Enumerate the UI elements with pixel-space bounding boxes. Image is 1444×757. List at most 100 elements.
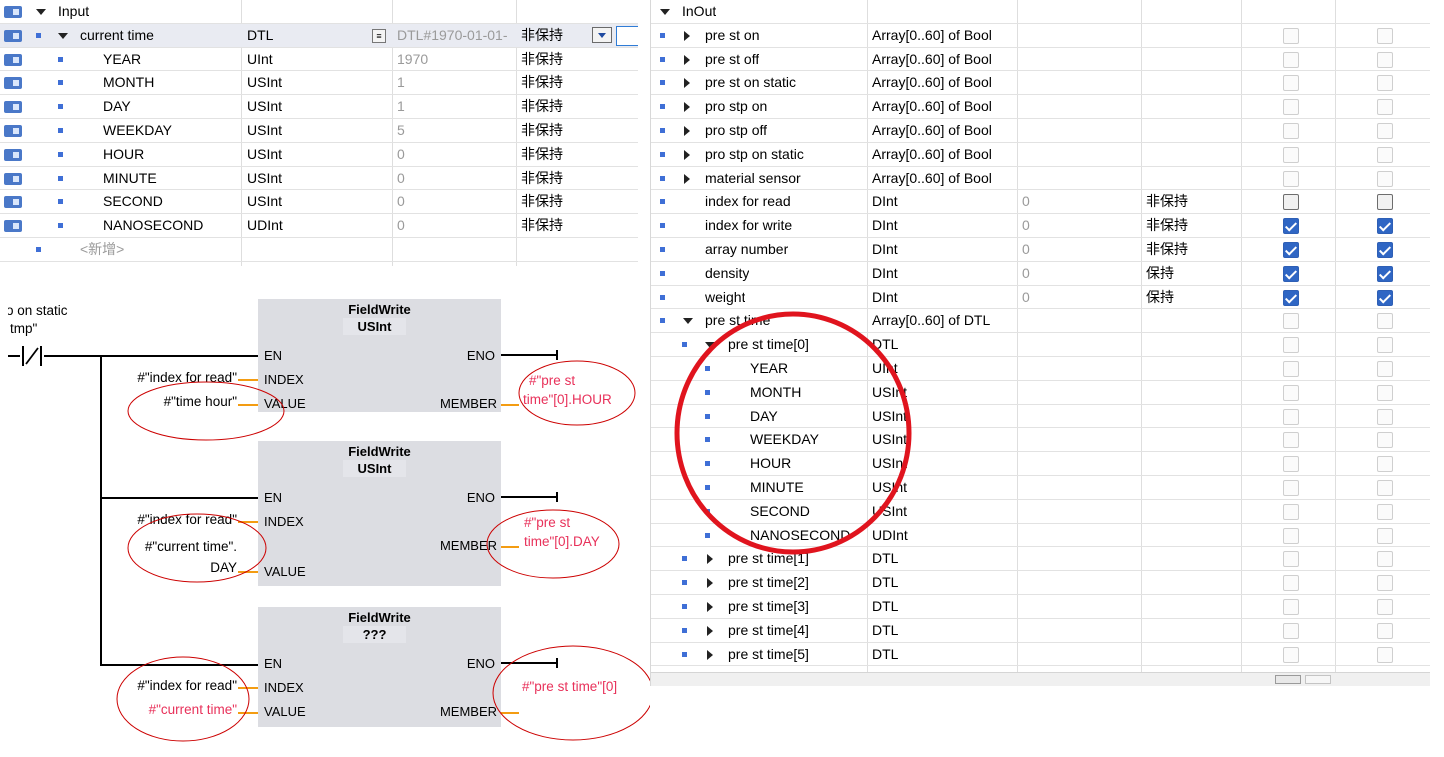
row-default-value[interactable]: 1 — [397, 71, 515, 94]
row-default-value[interactable]: DTL#1970-01-01- — [397, 24, 515, 47]
table-row[interactable]: array number DInt 0 非保持 — [651, 238, 1430, 262]
table-row[interactable]: density DInt 0 保持 — [651, 262, 1430, 286]
row-datatype[interactable]: UDInt — [872, 524, 908, 547]
table-row[interactable]: pre st time[0] DTL — [651, 333, 1430, 357]
expand-arrow-icon[interactable] — [707, 554, 713, 565]
row-retain[interactable]: 保持 — [1146, 262, 1174, 285]
collapse-arrow-icon[interactable] — [660, 9, 670, 15]
row-datatype[interactable]: USInt — [247, 119, 282, 142]
table-row[interactable]: pre st time[4] DTL — [651, 619, 1430, 643]
accessible-from-hmi-checkbox[interactable] — [1283, 265, 1299, 282]
row-retain[interactable]: 非保持 — [521, 190, 563, 213]
row-datatype[interactable]: UInt — [247, 48, 273, 71]
row-default-value[interactable]: 0 — [397, 190, 515, 213]
horizontal-scrollbar[interactable] — [651, 672, 1430, 686]
table-row[interactable]: InOut — [651, 0, 1430, 24]
row-datatype[interactable]: DInt — [872, 286, 898, 309]
row-retain[interactable]: 非保持 — [521, 119, 563, 142]
row-default-value[interactable]: 0 — [397, 214, 515, 237]
row-datatype[interactable]: USInt — [872, 500, 907, 523]
row-datatype[interactable]: USInt — [872, 428, 907, 451]
row-datatype[interactable]: Array[0..60] of Bool — [872, 119, 992, 142]
table-row[interactable]: HOUR USInt 0 非保持 — [0, 143, 638, 167]
row-datatype[interactable]: Array[0..60] of DTL — [872, 309, 990, 332]
row-retain[interactable]: 非保持 — [1146, 214, 1188, 237]
expand-arrow-icon[interactable] — [684, 54, 690, 65]
table-row[interactable]: SECOND USInt — [651, 500, 1430, 524]
row-default-value[interactable]: 0 — [1022, 238, 1030, 261]
table-row[interactable]: YEAR UInt — [651, 357, 1430, 381]
row-default-value[interactable]: 0 — [397, 167, 515, 190]
table-row[interactable]: HOUR USInt — [651, 452, 1430, 476]
row-retain[interactable]: 非保持 — [521, 24, 563, 47]
row-retain[interactable]: 非保持 — [1146, 190, 1188, 213]
row-default-value[interactable]: 0 — [1022, 286, 1030, 309]
row-datatype[interactable]: UInt — [872, 357, 898, 380]
table-row[interactable]: YEAR UInt 1970 非保持 — [0, 48, 638, 72]
row-datatype[interactable]: USInt — [872, 476, 907, 499]
table-row[interactable]: <新增> — [0, 238, 638, 262]
table-row[interactable]: pre st time[3] DTL — [651, 595, 1430, 619]
scroll-right-button[interactable] — [1305, 675, 1331, 684]
row-retain[interactable]: 非保持 — [521, 167, 563, 190]
row-datatype[interactable]: DTL — [872, 619, 898, 642]
row-datatype[interactable]: DInt — [872, 214, 898, 237]
row-datatype[interactable]: USInt — [247, 167, 282, 190]
visible-in-hmi-checkbox[interactable] — [1377, 289, 1393, 306]
expand-arrow-icon[interactable] — [684, 126, 690, 136]
row-default-value[interactable]: 0 — [397, 143, 515, 166]
row-datatype[interactable]: USInt — [247, 190, 282, 213]
visible-in-hmi-checkbox[interactable] — [1377, 265, 1393, 282]
edit-cell-field[interactable] — [616, 25, 638, 46]
visible-in-hmi-checkbox[interactable] — [1377, 218, 1393, 235]
row-datatype[interactable]: Array[0..60] of Bool — [872, 143, 992, 166]
row-retain[interactable]: 保持 — [1146, 286, 1174, 309]
accessible-from-hmi-checkbox[interactable] — [1283, 194, 1299, 211]
row-datatype[interactable]: DTL — [872, 547, 898, 570]
row-datatype[interactable]: Array[0..60] of Bool — [872, 48, 992, 71]
table-row[interactable]: SECOND USInt 0 非保持 — [0, 190, 638, 215]
row-default-value[interactable]: 0 — [1022, 214, 1030, 237]
table-row[interactable]: WEEKDAY USInt 5 非保持 — [0, 119, 638, 143]
row-datatype[interactable]: DInt — [872, 238, 898, 261]
table-row[interactable]: material sensor Array[0..60] of Bool — [651, 167, 1430, 191]
table-row[interactable]: DAY USInt — [651, 405, 1430, 429]
row-datatype[interactable]: USInt — [872, 381, 907, 404]
scroll-left-button[interactable] — [1275, 675, 1301, 684]
table-row[interactable]: pre st time Array[0..60] of DTL — [651, 309, 1430, 334]
row-datatype[interactable]: UDInt — [247, 214, 283, 237]
datatype-browse-icon[interactable]: ≡ — [372, 28, 386, 43]
expand-arrow-icon[interactable] — [684, 149, 690, 160]
table-row[interactable]: Input — [0, 0, 638, 24]
row-datatype[interactable]: DTL — [872, 595, 898, 618]
expand-arrow-icon[interactable] — [707, 578, 713, 589]
accessible-from-hmi-checkbox[interactable] — [1283, 289, 1299, 306]
row-default-value[interactable]: 5 — [397, 119, 515, 142]
accessible-from-hmi-checkbox[interactable] — [1283, 218, 1299, 235]
row-retain[interactable]: 非保持 — [521, 143, 563, 166]
row-default-value[interactable]: 1970 — [397, 48, 515, 71]
table-row[interactable]: index for write DInt 0 非保持 — [651, 214, 1430, 238]
table-row[interactable]: pro stp off Array[0..60] of Bool — [651, 119, 1430, 143]
row-datatype[interactable]: Array[0..60] of Bool — [872, 24, 992, 47]
row-default-value[interactable]: 0 — [1022, 262, 1030, 285]
table-row[interactable]: pre st time[2] DTL — [651, 571, 1430, 595]
row-datatype[interactable]: DTL — [872, 333, 898, 356]
collapse-arrow-icon[interactable] — [58, 32, 68, 39]
table-row[interactable]: current time DTL ≡ DTL#1970-01-01- 非保持 — [0, 23, 638, 48]
row-default-value[interactable] — [397, 238, 515, 261]
row-datatype[interactable]: DInt — [872, 190, 898, 213]
table-row[interactable]: MINUTE USInt 0 非保持 — [0, 167, 638, 191]
expand-arrow-icon[interactable] — [707, 625, 713, 636]
row-default-value[interactable]: 0 — [1022, 190, 1030, 213]
visible-in-hmi-checkbox[interactable] — [1377, 242, 1393, 258]
table-row[interactable]: MONTH USInt — [651, 381, 1430, 405]
retain-dropdown-button[interactable] — [592, 26, 612, 43]
table-row[interactable]: DAY USInt 1 非保持 — [0, 95, 638, 119]
collapse-arrow-icon[interactable] — [705, 342, 715, 349]
collapse-arrow-icon[interactable] — [683, 318, 693, 325]
table-row[interactable]: MONTH USInt 1 非保持 — [0, 71, 638, 96]
row-datatype[interactable]: USInt — [247, 95, 282, 118]
table-row[interactable]: pre st on Array[0..60] of Bool — [651, 24, 1430, 48]
table-row[interactable]: pro stp on Array[0..60] of Bool — [651, 95, 1430, 119]
